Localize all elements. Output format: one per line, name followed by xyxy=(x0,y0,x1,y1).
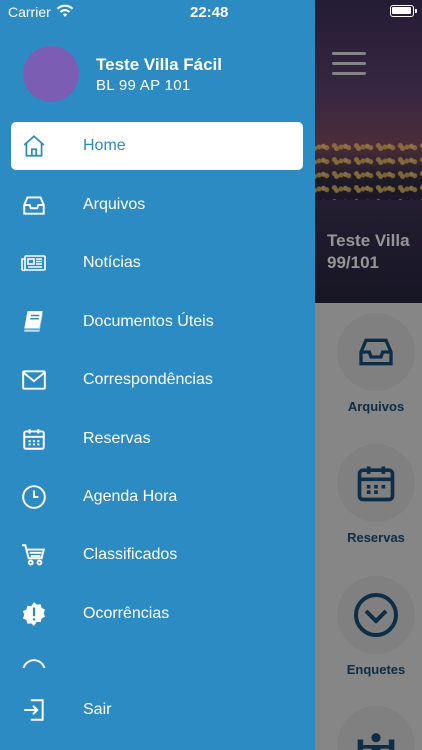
menu-item-label: Notícias xyxy=(83,254,141,271)
logout-icon xyxy=(21,697,47,723)
clock-icon xyxy=(21,484,47,510)
battery-icon xyxy=(390,5,414,17)
menu-item-label: Arquivos xyxy=(83,196,146,213)
menu-item-reservas[interactable]: Reservas xyxy=(11,415,303,463)
menu-item-label: Classificados xyxy=(83,546,178,563)
menu-item-label: Ocorrências xyxy=(83,605,170,622)
inbox-icon xyxy=(21,192,47,218)
home-icon xyxy=(21,133,47,159)
carrier-label: Carrier xyxy=(8,4,51,20)
menu-item-ocorrencias[interactable]: Ocorrências xyxy=(11,590,303,638)
partial-icon xyxy=(21,658,47,668)
side-drawer: Teste Villa Fácil BL 99 AP 101 Home Arqu… xyxy=(0,0,315,750)
menu-item-sair[interactable]: Sair xyxy=(11,686,303,734)
mail-icon xyxy=(21,367,47,393)
menu-item-label: Correspondências xyxy=(83,371,213,388)
alert-icon xyxy=(21,601,47,627)
menu-item-label: Documentos Úteis xyxy=(83,313,214,330)
calendar-icon xyxy=(21,426,47,452)
menu-item-noticias[interactable]: Notícias xyxy=(11,239,303,287)
user-name: Teste Villa Fácil xyxy=(96,55,222,74)
menu-item-partial[interactable] xyxy=(11,648,303,668)
book-icon xyxy=(21,309,47,335)
menu-item-documentos[interactable]: Documentos Úteis xyxy=(11,298,303,346)
status-bar: Carrier 22:48 xyxy=(0,0,422,24)
battery-tip xyxy=(415,9,417,13)
menu-item-arquivos[interactable]: Arquivos xyxy=(11,181,303,229)
menu-item-label: Reservas xyxy=(83,430,151,447)
menu-item-label: Sair xyxy=(83,701,112,718)
menu-item-classificados[interactable]: Classificados xyxy=(11,531,303,579)
wifi-icon xyxy=(56,4,74,21)
menu-item-label: Home xyxy=(83,137,126,154)
avatar[interactable] xyxy=(23,46,79,102)
newspaper-icon xyxy=(21,250,47,276)
user-unit: BL 99 AP 101 xyxy=(96,77,191,94)
menu-item-label: Agenda Hora xyxy=(83,488,178,505)
menu-item-agenda-hora[interactable]: Agenda Hora xyxy=(11,473,303,521)
menu-item-home[interactable]: Home xyxy=(11,122,303,170)
clock-time: 22:48 xyxy=(190,4,229,21)
cart-icon xyxy=(21,542,47,568)
menu-item-correspondencias[interactable]: Correspondências xyxy=(11,356,303,404)
